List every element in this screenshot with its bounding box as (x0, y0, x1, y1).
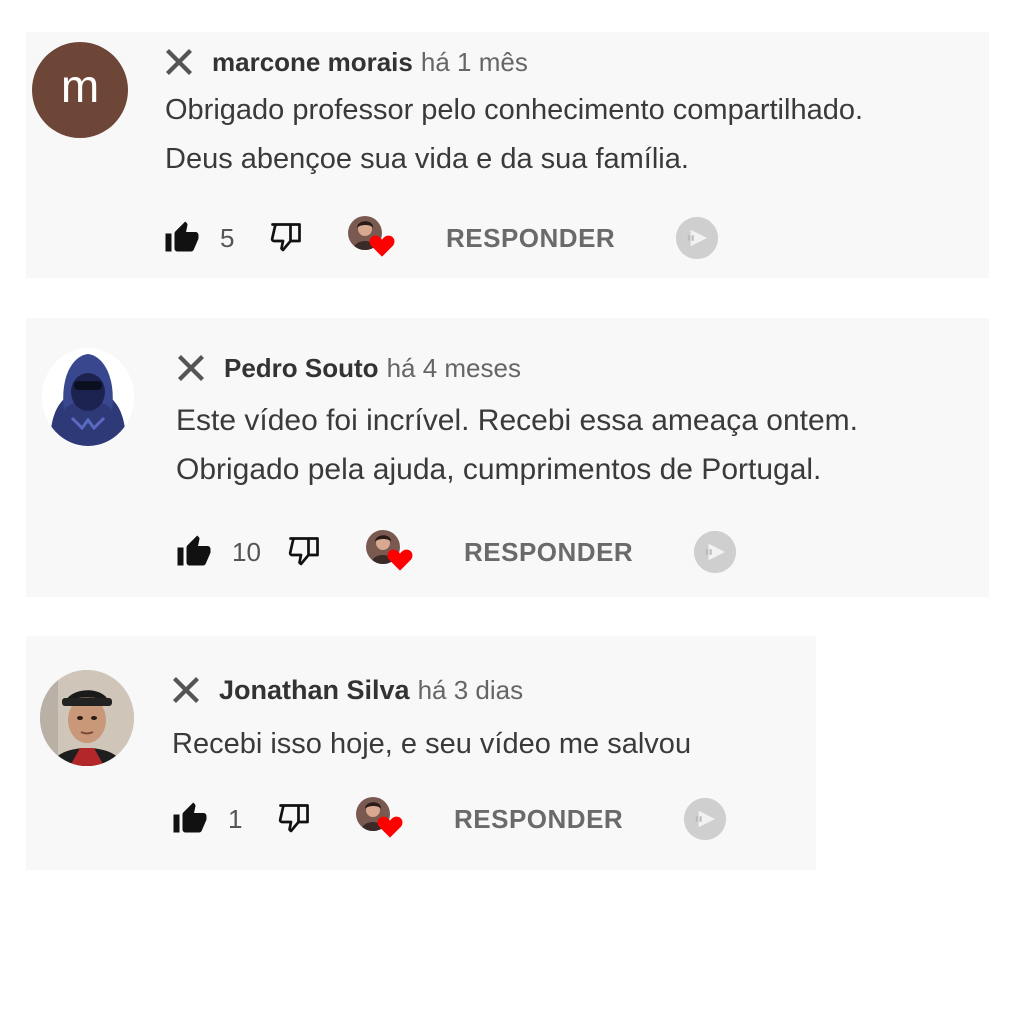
thumbs-down-icon[interactable] (286, 534, 322, 570)
heart-icon (386, 546, 414, 572)
thumbs-up-icon[interactable] (176, 534, 212, 570)
author-name[interactable]: Jonathan Silva (219, 675, 410, 706)
comment-card: Jonathan Silva há 3 dias Recebi isso hoj… (26, 636, 816, 870)
hooded-figure-avatar-image (42, 351, 134, 446)
comment-card: m marcone morais há 1 mês Obrigado profe… (26, 32, 989, 278)
thumbs-up-icon[interactable] (164, 220, 200, 256)
creator-heart[interactable] (356, 797, 404, 841)
comment-time[interactable]: há 3 dias (418, 675, 524, 706)
comment-text: Obrigado professor pelo conhecimento com… (165, 86, 863, 184)
comment-header: Jonathan Silva há 3 dias (171, 670, 523, 710)
author-name[interactable]: marcone morais (212, 47, 413, 78)
like-count: 5 (220, 222, 235, 253)
comment-line: Deus abençoe sua vida e da sua família. (165, 143, 689, 175)
comment-header: Pedro Souto há 4 meses (176, 348, 521, 388)
comment-text: Recebi isso hoje, e seu vídeo me salvou (172, 720, 691, 769)
like-count: 1 (228, 803, 243, 834)
play-icon[interactable] (683, 797, 727, 841)
close-icon[interactable] (176, 353, 206, 383)
close-icon[interactable] (171, 675, 201, 705)
author-name[interactable]: Pedro Souto (224, 353, 379, 384)
comment-actions: 5 RESPONDER (164, 218, 719, 258)
play-icon[interactable] (675, 216, 719, 260)
like-count: 10 (232, 536, 261, 567)
comment-line: Recebi isso hoje, e seu vídeo me salvou (172, 728, 692, 760)
reply-button[interactable]: RESPONDER (446, 223, 615, 254)
comment-card: Pedro Souto há 4 meses Este vídeo foi in… (26, 318, 989, 597)
close-icon[interactable] (164, 47, 194, 77)
comment-header: marcone morais há 1 mês (164, 44, 528, 80)
avatar-letter: m (60, 60, 100, 112)
avatar[interactable] (42, 348, 134, 446)
thumbs-up-icon[interactable] (172, 801, 208, 837)
comment-line: Obrigado professor pelo conhecimento com… (165, 94, 864, 126)
creator-heart[interactable] (366, 530, 414, 574)
comment-line: Este vídeo foi incrível. Recebi essa ame… (176, 404, 859, 437)
reply-button[interactable]: RESPONDER (464, 537, 633, 568)
comment-time[interactable]: há 1 mês (421, 47, 528, 78)
play-icon[interactable] (693, 530, 737, 574)
creator-heart[interactable] (348, 216, 396, 260)
person-avatar-image (40, 670, 134, 766)
thumbs-down-icon[interactable] (268, 220, 304, 256)
reply-button[interactable]: RESPONDER (454, 804, 623, 835)
comment-time[interactable]: há 4 meses (387, 353, 521, 384)
heart-icon (376, 813, 404, 839)
comment-line: Obrigado pela ajuda, cumprimentos de Por… (176, 453, 822, 486)
comment-text: Este vídeo foi incrível. Recebi essa ame… (176, 396, 858, 494)
heart-icon (368, 232, 396, 258)
thumbs-down-icon[interactable] (276, 801, 312, 837)
avatar[interactable] (40, 670, 134, 766)
avatar[interactable]: m (32, 42, 128, 138)
comment-actions: 1 RESPONDER (172, 799, 727, 839)
comment-actions: 10 RESPONDER (176, 532, 737, 572)
